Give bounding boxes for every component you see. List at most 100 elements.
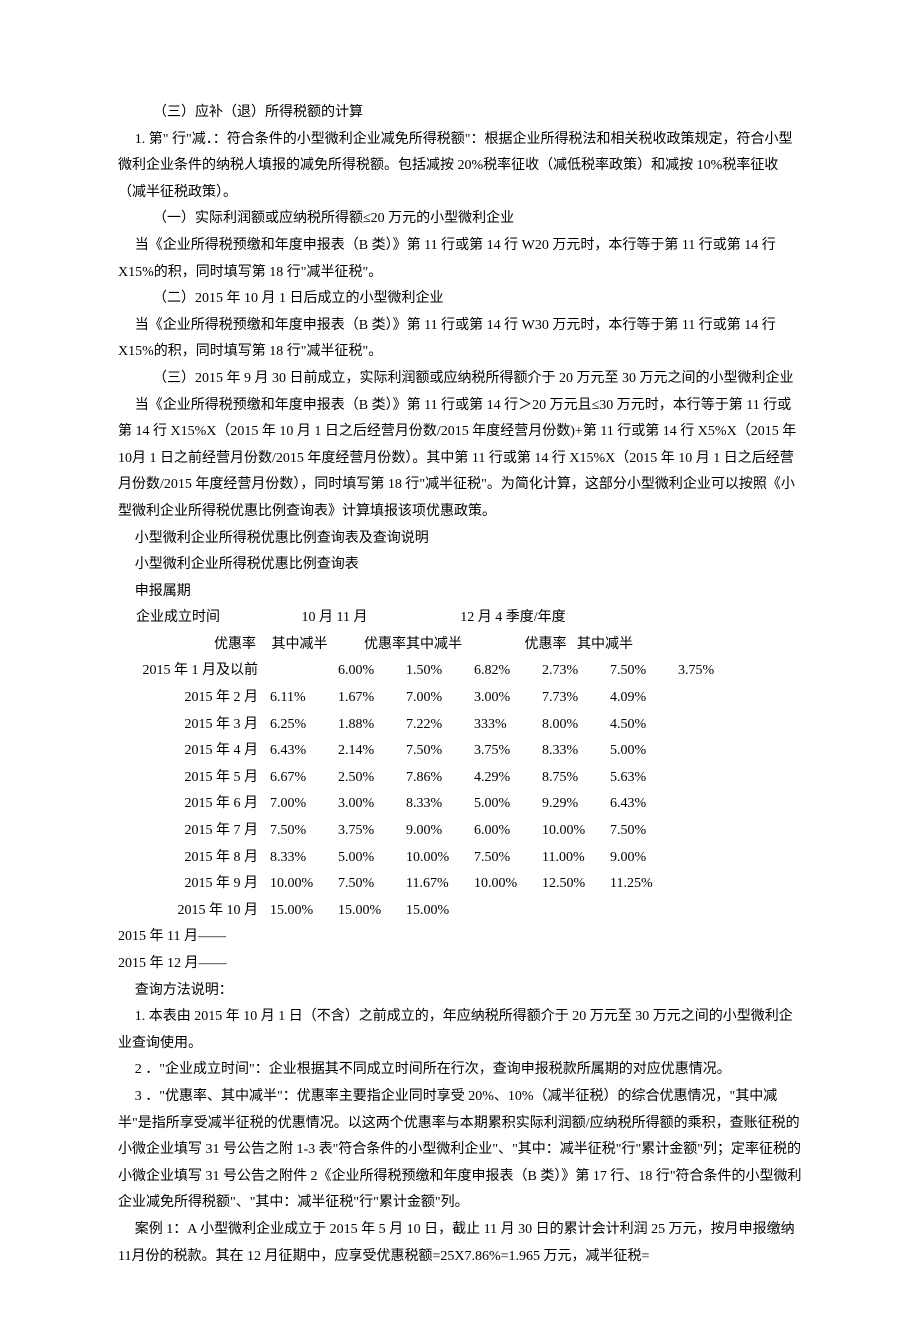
cell: 9.00% xyxy=(400,818,468,845)
cell: 2.14% xyxy=(332,738,400,765)
cell xyxy=(672,791,740,818)
cell: 7.50% xyxy=(468,845,536,872)
cell: 10.00% xyxy=(400,845,468,872)
cell xyxy=(672,845,740,872)
query-note-2: 2 ．"企业成立时间"：企业根据其不同成立时间所在行次，查询申报税款所属期的对应… xyxy=(118,1057,802,1084)
sub-2-title: （二）2015 年 10 月 1 日后成立的小型微利企业 xyxy=(118,286,802,313)
cell: 6.43% xyxy=(604,791,672,818)
cell: 3.75% xyxy=(672,658,740,685)
preference-ratio-table: 企业成立时间 10 月 11 月 12 月 4 季度/年度 优惠率 其中减半 优… xyxy=(118,605,802,977)
cell xyxy=(264,658,332,685)
cell xyxy=(672,898,740,925)
query-note-1: 1. 本表由 2015 年 10 月 1 日（不含）之前成立的，年应纳税所得额介… xyxy=(118,1004,802,1057)
cell: 10.00% xyxy=(536,818,604,845)
row-label: 2015 年 9 月 xyxy=(118,871,264,898)
cell: 11.00% xyxy=(536,845,604,872)
section-3-title: （三）应补（退）所得税额的计算 xyxy=(118,100,802,127)
col-half: 其中减半 xyxy=(260,632,340,659)
paragraph: 当《企业所得税预缴和年度申报表（B 类）》第 11 行或第 14 行 W20 万… xyxy=(118,233,802,286)
row-label: 2015 年 5 月 xyxy=(118,765,264,792)
cell: 10.00% xyxy=(468,871,536,898)
cell: 4.09% xyxy=(604,685,672,712)
col-dec-q4-year: 12 月 4 季度/年度 xyxy=(413,605,613,632)
query-note-title: 查询方法说明： xyxy=(118,978,802,1005)
cell: 1.67% xyxy=(332,685,400,712)
cell xyxy=(604,898,672,925)
cell: 8.75% xyxy=(536,765,604,792)
table-row-dec: 2015 年 12 月—— xyxy=(118,951,802,978)
row-label: 2015 年 6 月 xyxy=(118,791,264,818)
cell: 7.50% xyxy=(264,818,332,845)
cell: 3.00% xyxy=(468,685,536,712)
table-row: 2015 年 1 月及以前 6.00%1.50%6.82%2.73%7.50%3.… xyxy=(118,658,802,685)
cell: 7.00% xyxy=(400,685,468,712)
query-note-3: 3 ．"优惠率、其中减半"：优惠率主要指企业同时享受 20%、10%（减半征税）… xyxy=(118,1084,802,1217)
cell: 6.11% xyxy=(264,685,332,712)
row-label: 2015 年 3 月 xyxy=(118,712,264,739)
cell: 6.43% xyxy=(264,738,332,765)
col-rate-half: 优惠率其中减半 xyxy=(343,632,483,659)
row-label: 2015 年 1 月及以前 xyxy=(118,658,264,685)
cell: 9.29% xyxy=(536,791,604,818)
col-rate: 优惠率 xyxy=(118,632,256,659)
cell: 6.00% xyxy=(468,818,536,845)
cell: 8.33% xyxy=(264,845,332,872)
cell: 3.75% xyxy=(468,738,536,765)
table-header-1: 企业成立时间 10 月 11 月 12 月 4 季度/年度 xyxy=(118,605,802,632)
sub-1-title: （一）实际利润额或应纳税所得额≤20 万元的小型微利企业 xyxy=(118,206,802,233)
table-row: 2015 年 10 月15.00%15.00%15.00% xyxy=(118,898,802,925)
cell: 7.00% xyxy=(264,791,332,818)
cell: 4.50% xyxy=(604,712,672,739)
cell: 15.00% xyxy=(332,898,400,925)
table-header-2: 优惠率 其中减半 优惠率其中减半 优惠率 其中减半 xyxy=(118,632,802,659)
cell xyxy=(672,765,740,792)
row-label: 2015 年 7 月 xyxy=(118,818,264,845)
cell: 6.67% xyxy=(264,765,332,792)
cell xyxy=(672,712,740,739)
cell xyxy=(672,871,740,898)
cell: 6.00% xyxy=(332,658,400,685)
table-row: 2015 年 6 月7.00%3.00%8.33%5.00%9.29%6.43% xyxy=(118,791,802,818)
row-label: 2015 年 10 月 xyxy=(118,898,264,925)
paragraph: 1. 第" 行"减．：符合条件的小型微利企业减免所得税额"：根据企业所得税法和相… xyxy=(118,127,802,207)
cell: 11.67% xyxy=(400,871,468,898)
row-label: 2015 年 2 月 xyxy=(118,685,264,712)
col-half: 其中减半 xyxy=(570,632,640,659)
table-title: 小型微利企业所得税优惠比例查询表 xyxy=(118,552,802,579)
cell: 2.50% xyxy=(332,765,400,792)
cell: 3.00% xyxy=(332,791,400,818)
cell xyxy=(468,898,536,925)
col-oct-nov: 10 月 11 月 xyxy=(260,605,410,632)
cell: 333% xyxy=(468,712,536,739)
col-rate: 优惠率 xyxy=(487,632,567,659)
period-label: 申报属期 xyxy=(118,579,802,606)
cell: 1.88% xyxy=(332,712,400,739)
col-establish-time: 企业成立时间 xyxy=(118,605,256,632)
cell: 2.73% xyxy=(536,658,604,685)
cell: 12.50% xyxy=(536,871,604,898)
row-label: 2015 年 8 月 xyxy=(118,845,264,872)
cell: 7.73% xyxy=(536,685,604,712)
table-row: 2015 年 5 月6.67%2.50%7.86%4.29%8.75%5.63% xyxy=(118,765,802,792)
table-row: 2015 年 7 月7.50%3.75%9.00%6.00%10.00%7.50… xyxy=(118,818,802,845)
cell: 7.50% xyxy=(400,738,468,765)
cell xyxy=(672,685,740,712)
cell: 8.00% xyxy=(536,712,604,739)
cell: 4.29% xyxy=(468,765,536,792)
row-label: 2015 年 4 月 xyxy=(118,738,264,765)
table-title-note: 小型微利企业所得税优惠比例查询表及查询说明 xyxy=(118,526,802,553)
cell: 3.75% xyxy=(332,818,400,845)
cell: 5.00% xyxy=(604,738,672,765)
cell: 7.22% xyxy=(400,712,468,739)
cell: 9.00% xyxy=(604,845,672,872)
table-row: 2015 年 9 月10.00%7.50%11.67%10.00%12.50%1… xyxy=(118,871,802,898)
cell: 1.50% xyxy=(400,658,468,685)
cell: 8.33% xyxy=(536,738,604,765)
cell: 15.00% xyxy=(264,898,332,925)
cell: 15.00% xyxy=(400,898,468,925)
cell: 7.50% xyxy=(604,658,672,685)
cell: 5.63% xyxy=(604,765,672,792)
cell: 6.82% xyxy=(468,658,536,685)
cell: 7.50% xyxy=(332,871,400,898)
cell: 10.00% xyxy=(264,871,332,898)
